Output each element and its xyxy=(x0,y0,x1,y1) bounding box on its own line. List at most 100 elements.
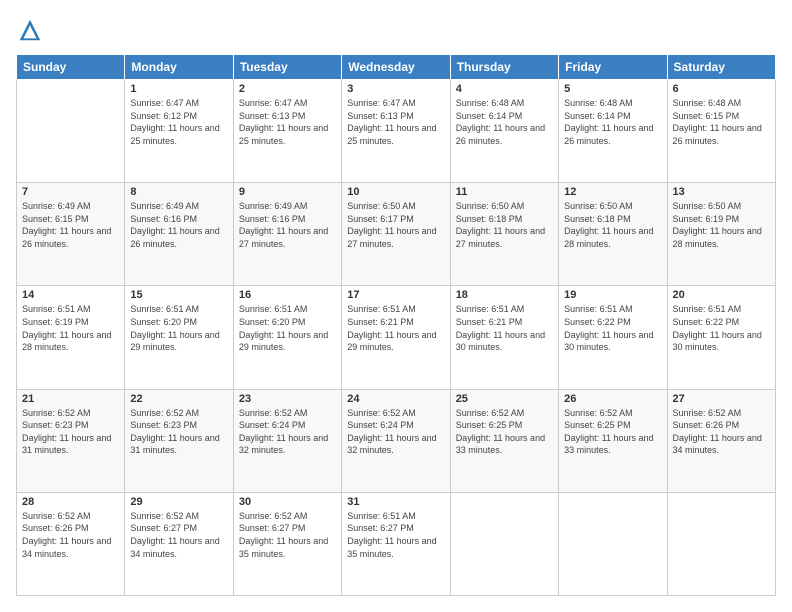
day-info: Sunrise: 6:48 AMSunset: 6:14 PMDaylight:… xyxy=(456,97,553,147)
day-number: 10 xyxy=(347,186,444,198)
day-number: 19 xyxy=(564,289,661,301)
day-number: 21 xyxy=(22,393,119,405)
calendar-cell: 1 Sunrise: 6:47 AMSunset: 6:12 PMDaylight… xyxy=(125,80,233,183)
calendar-cell: 12 Sunrise: 6:50 AMSunset: 6:18 PMDayligh… xyxy=(559,183,667,286)
day-number: 2 xyxy=(239,83,336,95)
day-number: 7 xyxy=(22,186,119,198)
calendar-cell: 21Sunrise: 6:52 AMSunset: 6:23 PMDayligh… xyxy=(17,389,125,492)
weekday-header-monday: Monday xyxy=(125,55,233,80)
calendar-cell xyxy=(559,492,667,595)
day-info: Sunrise: 6:47 AMSunset: 6:13 PMDaylight:… xyxy=(239,97,336,147)
calendar-cell: 5 Sunrise: 6:48 AMSunset: 6:14 PMDaylight… xyxy=(559,80,667,183)
day-info: Sunrise: 6:49 AMSunset: 6:16 PMDaylight:… xyxy=(239,200,336,250)
day-info: Sunrise: 6:50 AMSunset: 6:18 PMDaylight:… xyxy=(456,200,553,250)
calendar-cell: 9 Sunrise: 6:49 AMSunset: 6:16 PMDaylight… xyxy=(233,183,341,286)
calendar-cell: 25Sunrise: 6:52 AMSunset: 6:25 PMDayligh… xyxy=(450,389,558,492)
day-info: Sunrise: 6:51 AMSunset: 6:21 PMDaylight:… xyxy=(347,303,444,353)
calendar-cell: 18 Sunrise: 6:51 AMSunset: 6:21 PMDayligh… xyxy=(450,286,558,389)
day-info: Sunrise: 6:52 AMSunset: 6:25 PMDaylight:… xyxy=(456,407,553,457)
calendar-cell: 2 Sunrise: 6:47 AMSunset: 6:13 PMDaylight… xyxy=(233,80,341,183)
calendar-cell: 13 Sunrise: 6:50 AMSunset: 6:19 PMDayligh… xyxy=(667,183,775,286)
day-number: 1 xyxy=(130,83,227,95)
day-info: Sunrise: 6:50 AMSunset: 6:17 PMDaylight:… xyxy=(347,200,444,250)
calendar-cell: 31 Sunrise: 6:51 AMSunset: 6:27 PMDayligh… xyxy=(342,492,450,595)
week-row-4: 28 Sunrise: 6:52 AMSunset: 6:26 PMDayligh… xyxy=(17,492,776,595)
day-info: Sunrise: 6:51 AMSunset: 6:20 PMDaylight:… xyxy=(130,303,227,353)
week-row-1: 7Sunrise: 6:49 AMSunset: 6:15 PMDaylight… xyxy=(17,183,776,286)
day-number: 18 xyxy=(456,289,553,301)
calendar-cell: 8 Sunrise: 6:49 AMSunset: 6:16 PMDaylight… xyxy=(125,183,233,286)
calendar-cell: 3Sunrise: 6:47 AMSunset: 6:13 PMDaylight… xyxy=(342,80,450,183)
day-number: 31 xyxy=(347,496,444,508)
day-info: Sunrise: 6:49 AMSunset: 6:16 PMDaylight:… xyxy=(130,200,227,250)
day-info: Sunrise: 6:52 AMSunset: 6:23 PMDaylight:… xyxy=(130,407,227,457)
weekday-header-row: SundayMondayTuesdayWednesdayThursdayFrid… xyxy=(17,55,776,80)
day-number: 28 xyxy=(22,496,119,508)
calendar-cell: 6Sunrise: 6:48 AMSunset: 6:15 PMDaylight… xyxy=(667,80,775,183)
day-number: 11 xyxy=(456,186,553,198)
day-number: 27 xyxy=(673,393,770,405)
calendar-cell: 14 Sunrise: 6:51 AMSunset: 6:19 PMDayligh… xyxy=(17,286,125,389)
day-info: Sunrise: 6:52 AMSunset: 6:27 PMDaylight:… xyxy=(130,510,227,560)
day-number: 12 xyxy=(564,186,661,198)
calendar-cell: 11 Sunrise: 6:50 AMSunset: 6:18 PMDayligh… xyxy=(450,183,558,286)
day-info: Sunrise: 6:50 AMSunset: 6:18 PMDaylight:… xyxy=(564,200,661,250)
calendar-cell: 27Sunrise: 6:52 AMSunset: 6:26 PMDayligh… xyxy=(667,389,775,492)
week-row-2: 14 Sunrise: 6:51 AMSunset: 6:19 PMDayligh… xyxy=(17,286,776,389)
calendar-cell: 30 Sunrise: 6:52 AMSunset: 6:27 PMDayligh… xyxy=(233,492,341,595)
day-info: Sunrise: 6:51 AMSunset: 6:22 PMDaylight:… xyxy=(673,303,770,353)
day-info: Sunrise: 6:51 AMSunset: 6:20 PMDaylight:… xyxy=(239,303,336,353)
day-info: Sunrise: 6:52 AMSunset: 6:24 PMDaylight:… xyxy=(239,407,336,457)
weekday-header-thursday: Thursday xyxy=(450,55,558,80)
day-info: Sunrise: 6:52 AMSunset: 6:25 PMDaylight:… xyxy=(564,407,661,457)
calendar-cell: 22Sunrise: 6:52 AMSunset: 6:23 PMDayligh… xyxy=(125,389,233,492)
calendar-cell: 20Sunrise: 6:51 AMSunset: 6:22 PMDayligh… xyxy=(667,286,775,389)
calendar-cell xyxy=(667,492,775,595)
day-info: Sunrise: 6:47 AMSunset: 6:13 PMDaylight:… xyxy=(347,97,444,147)
calendar-cell: 23 Sunrise: 6:52 AMSunset: 6:24 PMDayligh… xyxy=(233,389,341,492)
day-number: 26 xyxy=(564,393,661,405)
calendar-cell: 26 Sunrise: 6:52 AMSunset: 6:25 PMDayligh… xyxy=(559,389,667,492)
weekday-header-saturday: Saturday xyxy=(667,55,775,80)
calendar-cell: 15 Sunrise: 6:51 AMSunset: 6:20 PMDayligh… xyxy=(125,286,233,389)
day-info: Sunrise: 6:51 AMSunset: 6:22 PMDaylight:… xyxy=(564,303,661,353)
day-info: Sunrise: 6:52 AMSunset: 6:27 PMDaylight:… xyxy=(239,510,336,560)
calendar-cell xyxy=(450,492,558,595)
day-number: 15 xyxy=(130,289,227,301)
day-number: 6 xyxy=(673,83,770,95)
weekday-header-wednesday: Wednesday xyxy=(342,55,450,80)
day-number: 16 xyxy=(239,289,336,301)
day-info: Sunrise: 6:52 AMSunset: 6:26 PMDaylight:… xyxy=(22,510,119,560)
day-number: 9 xyxy=(239,186,336,198)
day-info: Sunrise: 6:47 AMSunset: 6:12 PMDaylight:… xyxy=(130,97,227,147)
day-number: 4 xyxy=(456,83,553,95)
week-row-3: 21 Sunrise: 6:52 AMSunset: 6:23 PMDayligh… xyxy=(17,389,776,492)
day-info: Sunrise: 6:50 AMSunset: 6:19 PMDaylight:… xyxy=(673,200,770,250)
day-number: 14 xyxy=(22,289,119,301)
calendar-cell: 4 Sunrise: 6:48 AMSunset: 6:14 PMDaylight… xyxy=(450,80,558,183)
logo xyxy=(16,16,48,44)
day-number: 30 xyxy=(239,496,336,508)
weekday-header-sunday: Sunday xyxy=(17,55,125,80)
day-info: Sunrise: 6:51 AMSunset: 6:19 PMDaylight:… xyxy=(22,303,119,353)
calendar-cell: 24 Sunrise: 6:52 AMSunset: 6:24 PMDayligh… xyxy=(342,389,450,492)
page: SundayMondayTuesdayWednesdayThursdayFrid… xyxy=(0,0,792,612)
header xyxy=(16,16,776,44)
calendar-cell: 29 Sunrise: 6:52 AMSunset: 6:27 PMDayligh… xyxy=(125,492,233,595)
day-info: Sunrise: 6:51 AMSunset: 6:27 PMDaylight:… xyxy=(347,510,444,560)
calendar-cell: 10 Sunrise: 6:50 AMSunset: 6:17 PMDayligh… xyxy=(342,183,450,286)
calendar-cell: 19 Sunrise: 6:51 AMSunset: 6:22 PMDayligh… xyxy=(559,286,667,389)
day-number: 24 xyxy=(347,393,444,405)
calendar-cell: 7Sunrise: 6:49 AMSunset: 6:15 PMDaylight… xyxy=(17,183,125,286)
day-number: 17 xyxy=(347,289,444,301)
day-number: 29 xyxy=(130,496,227,508)
day-number: 13 xyxy=(673,186,770,198)
day-number: 8 xyxy=(130,186,227,198)
weekday-header-friday: Friday xyxy=(559,55,667,80)
day-number: 23 xyxy=(239,393,336,405)
day-info: Sunrise: 6:48 AMSunset: 6:14 PMDaylight:… xyxy=(564,97,661,147)
day-info: Sunrise: 6:51 AMSunset: 6:21 PMDaylight:… xyxy=(456,303,553,353)
weekday-header-tuesday: Tuesday xyxy=(233,55,341,80)
day-number: 5 xyxy=(564,83,661,95)
day-info: Sunrise: 6:52 AMSunset: 6:24 PMDaylight:… xyxy=(347,407,444,457)
